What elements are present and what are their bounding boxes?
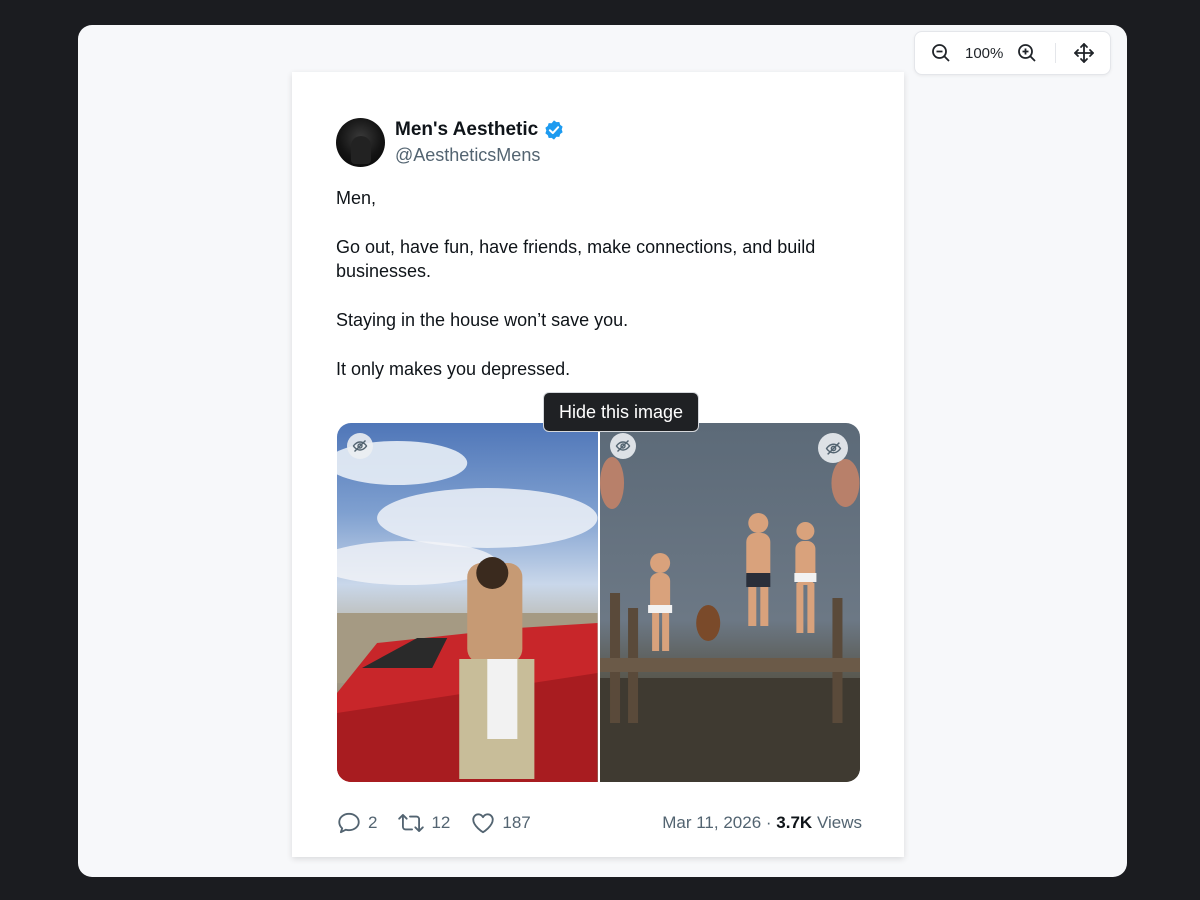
author-names: Men's Aesthetic @AestheticsMens: [395, 119, 565, 166]
like-count: 187: [502, 813, 531, 832]
zoom-out-icon: [932, 44, 950, 62]
tweet-paragraph: Men,: [336, 188, 377, 208]
display-name[interactable]: Men's Aesthetic: [395, 119, 538, 141]
reply-button[interactable]: 2: [336, 810, 377, 836]
move-button[interactable]: [1068, 37, 1100, 69]
viewer-canvas: 100% Men's Aesthetic @AestheticsMens Men…: [78, 25, 1127, 877]
pier-scene-illustration: [599, 457, 860, 782]
zoom-in-icon: [1018, 44, 1036, 62]
hide-image-button[interactable]: [609, 433, 636, 459]
reply-count: 2: [368, 813, 378, 832]
tweet-paragraph: Staying in the house won’t save you.: [336, 310, 629, 330]
verified-badge-icon: [545, 120, 563, 140]
repost-count: 12: [431, 813, 451, 832]
avatar[interactable]: [336, 118, 385, 167]
tweet-photo-pier[interactable]: [599, 423, 860, 782]
tweet-meta: Mar 11, 2026 · 3.7K Views: [662, 813, 862, 833]
display-name-row: Men's Aesthetic: [395, 119, 565, 141]
user-handle[interactable]: @AestheticsMens: [395, 145, 565, 166]
eye-off-icon: [352, 440, 368, 452]
tweet-paragraph: It only makes you depressed.: [336, 359, 571, 379]
tweet-card: Men's Aesthetic @AestheticsMens Men, Go …: [292, 72, 904, 857]
tweet-date[interactable]: Mar 11, 2026: [662, 813, 761, 832]
views-count: 3.7K: [776, 813, 813, 832]
eye-off-icon: [615, 440, 630, 452]
hide-image-tooltip: Hide this image: [543, 392, 700, 432]
media-grid: [337, 423, 860, 782]
zoom-level: 100%: [965, 44, 1004, 62]
repost-button[interactable]: 12: [397, 810, 450, 836]
repost-icon: [398, 814, 425, 832]
move-icon: [1074, 43, 1094, 63]
zoom-toolbar: 100%: [914, 31, 1111, 75]
like-button[interactable]: 187: [470, 810, 531, 836]
hide-image-button[interactable]: [347, 433, 373, 459]
zoom-in-button[interactable]: [1011, 37, 1043, 69]
tweet-paragraph: Go out, have fun, have friends, make con…: [336, 237, 816, 281]
tweet-actions: 2 12 187 Mar 11, 2026 · 3.7K Views: [336, 810, 862, 836]
tweet-photo-car[interactable]: [337, 423, 598, 782]
tweet-header: Men's Aesthetic @AestheticsMens: [336, 118, 565, 167]
hide-image-button-hovered[interactable]: [818, 433, 848, 463]
car-scene-illustration: [337, 441, 598, 782]
views-label: Views: [816, 813, 862, 832]
toolbar-divider: [1055, 43, 1056, 63]
reply-icon: [338, 812, 360, 834]
meta-separator: ·: [765, 813, 772, 832]
eye-off-icon: [825, 441, 841, 455]
heart-icon: [472, 813, 495, 834]
zoom-out-button[interactable]: [925, 37, 957, 69]
tweet-text: Men, Go out, have fun, have friends, mak…: [336, 186, 866, 406]
